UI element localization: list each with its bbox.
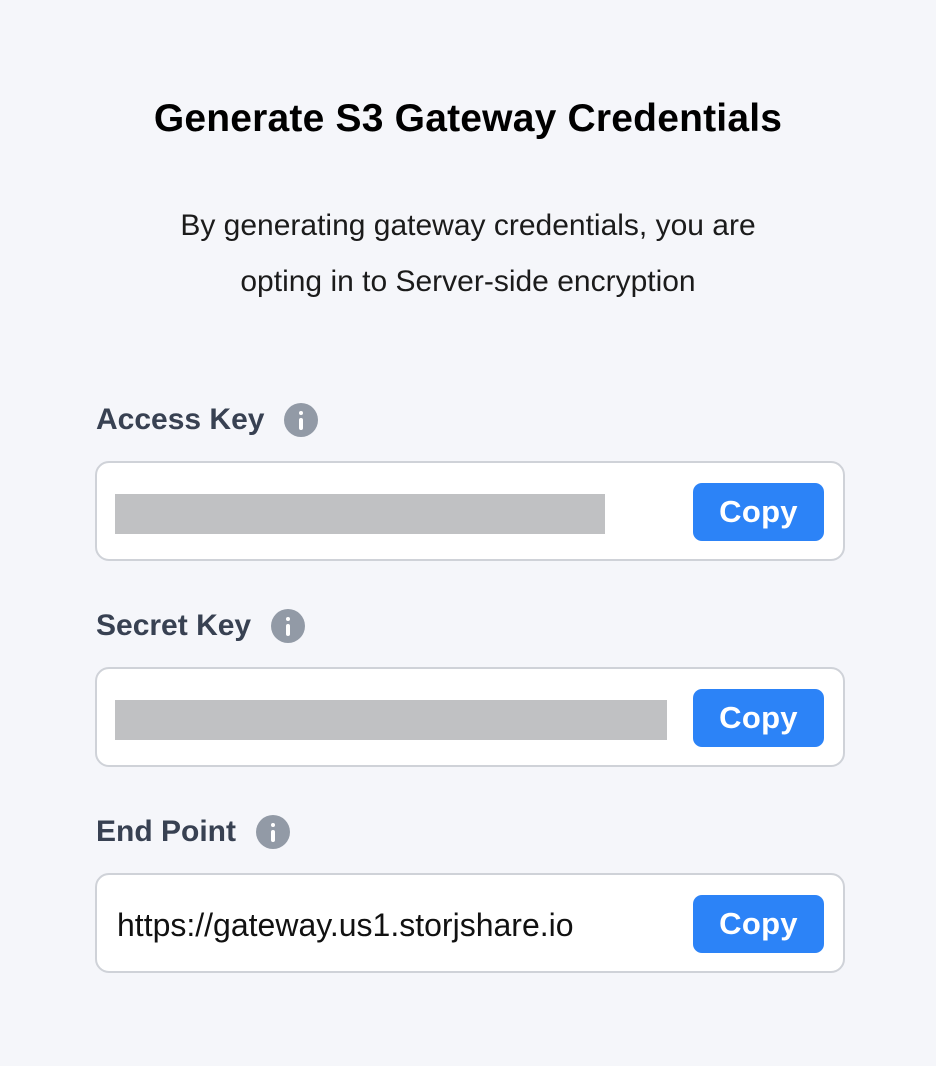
- access-key-field: Copy: [95, 461, 845, 561]
- copy-access-key-button[interactable]: Copy: [693, 483, 824, 541]
- secret-key-label: Secret Key: [96, 609, 252, 642]
- end-point-field: https://gateway.us1.storjshare.io Copy: [95, 873, 845, 973]
- subtitle: By generating gateway credentials, you a…: [118, 198, 818, 310]
- info-icon[interactable]: [284, 403, 319, 437]
- subtitle-line: opting in to Server-side encryption: [240, 265, 696, 298]
- secret-key-label-row: Secret Key: [96, 606, 306, 646]
- secret-key-redacted-value: [115, 700, 667, 740]
- access-key-redacted-value: [115, 494, 605, 534]
- subtitle-line: By generating gateway credentials, you a…: [180, 209, 756, 242]
- info-icon[interactable]: [271, 609, 306, 643]
- info-icon[interactable]: [255, 815, 290, 849]
- end-point-value: https://gateway.us1.storjshare.io: [117, 907, 574, 943]
- access-key-label-row: Access Key: [96, 400, 319, 440]
- page-title: Generate S3 Gateway Credentials: [153, 97, 783, 140]
- end-point-label-row: End Point: [96, 812, 290, 852]
- copy-secret-key-button[interactable]: Copy: [693, 689, 824, 747]
- secret-key-field: Copy: [95, 667, 845, 767]
- end-point-label: End Point: [96, 815, 236, 848]
- copy-end-point-button[interactable]: Copy: [693, 895, 824, 953]
- access-key-label: Access Key: [96, 403, 265, 436]
